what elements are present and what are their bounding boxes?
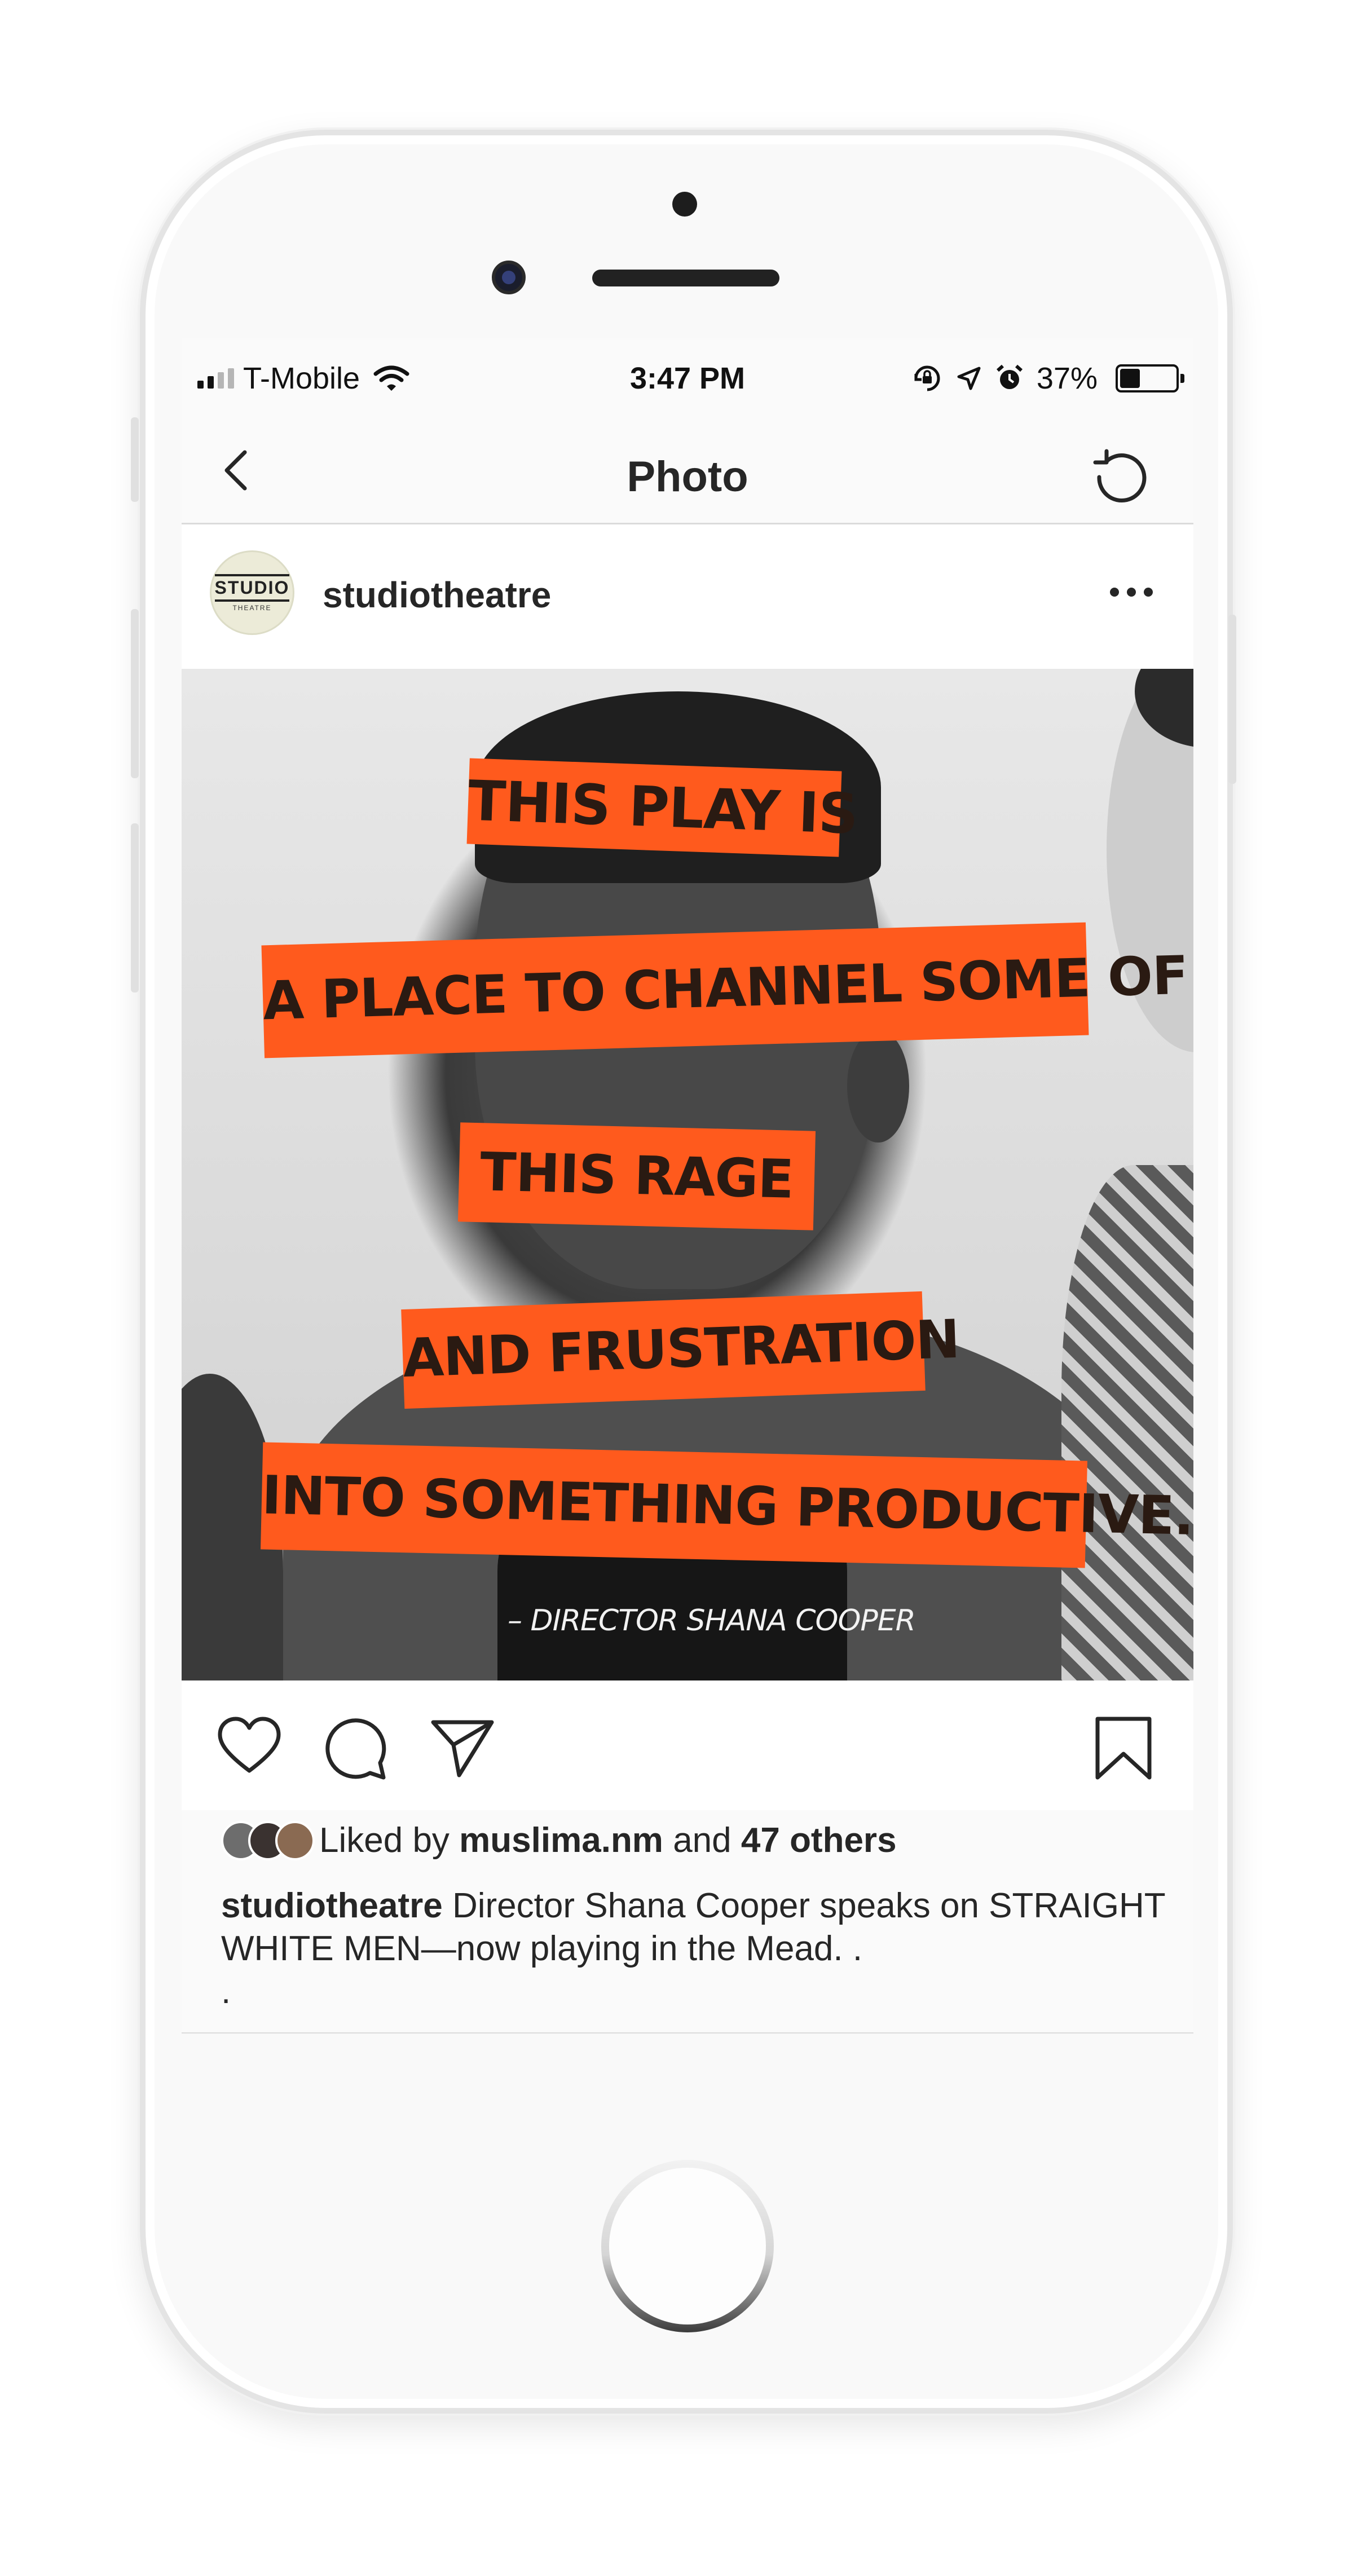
status-bar: T-Mobile 3:47 PM 37% xyxy=(182,338,1193,417)
volume-down-button xyxy=(131,823,139,993)
liker-avatars xyxy=(221,1820,315,1860)
tab-bar xyxy=(182,2032,1193,2034)
home-button[interactable] xyxy=(601,2160,774,2332)
bookmark-icon[interactable] xyxy=(1090,1714,1157,1782)
battery-percent: 37% xyxy=(1036,361,1098,395)
proximity-sensor xyxy=(672,192,697,217)
battery-icon xyxy=(1116,364,1184,392)
quote-credit: – DIRECTOR SHANA COOPER xyxy=(508,1604,916,1638)
avatar-logo-subtext: THEATRE xyxy=(232,603,272,612)
rotation-lock-icon xyxy=(914,365,940,391)
status-right: 37% xyxy=(911,361,1184,396)
quote-line-3: THIS RAGE xyxy=(457,1122,816,1230)
post-header: STUDIO THEATRE studiotheatre xyxy=(182,524,1193,669)
power-button xyxy=(1228,615,1236,784)
likes-others[interactable]: 47 others xyxy=(741,1820,897,1860)
volume-up-button xyxy=(131,609,139,778)
location-arrow-icon xyxy=(957,367,981,390)
battery-level xyxy=(1120,369,1140,388)
post-caption: studiotheatre Director Shana Cooper spea… xyxy=(221,1885,1174,2013)
post-image[interactable]: THIS PLAY IS A PLACE TO CHANNEL SOME OF … xyxy=(182,669,1193,1680)
likes-prefix: Liked by xyxy=(319,1821,450,1860)
right-figure-shirt xyxy=(1061,1165,1193,1680)
likes-joiner: and xyxy=(673,1821,732,1860)
earpiece-speaker xyxy=(592,270,779,286)
likes-user[interactable]: muslima.nm xyxy=(459,1820,663,1860)
avatar[interactable]: STUDIO THEATRE xyxy=(210,550,294,635)
nav-bar: Photo xyxy=(182,417,1193,524)
likes-line: Liked by muslima.nm and 47 others xyxy=(221,1820,897,1860)
caption-continuation: . xyxy=(221,1972,231,2011)
share-send-icon[interactable] xyxy=(429,1714,496,1782)
silent-switch xyxy=(131,417,139,502)
refresh-icon[interactable] xyxy=(1091,444,1153,506)
front-camera xyxy=(492,261,526,294)
avatar-logo-text: STUDIO xyxy=(214,574,290,602)
more-options-icon[interactable] xyxy=(1110,588,1153,597)
liker-avatar[interactable] xyxy=(275,1820,315,1860)
page-title: Photo xyxy=(627,453,748,501)
like-heart-icon[interactable] xyxy=(215,1714,283,1782)
central-figure-ear xyxy=(847,1030,909,1143)
comment-icon[interactable] xyxy=(321,1714,389,1782)
caption-username[interactable]: studiotheatre xyxy=(221,1886,443,1925)
screen: T-Mobile 3:47 PM 37% Photo STUDIO THEATR… xyxy=(182,338,1193,2034)
post-actions xyxy=(182,1680,1193,1810)
quote-line-4: AND FRUSTRATION xyxy=(401,1291,960,1409)
post-username[interactable]: studiotheatre xyxy=(323,574,551,616)
quote-line-2: A PLACE TO CHANNEL SOME OF xyxy=(261,922,1189,1058)
alarm-icon xyxy=(996,364,1023,389)
quote-line-1: THIS PLAY IS xyxy=(466,758,859,857)
quote-line-5: INTO SOMETHING PRODUCTIVE. xyxy=(261,1442,1193,1568)
